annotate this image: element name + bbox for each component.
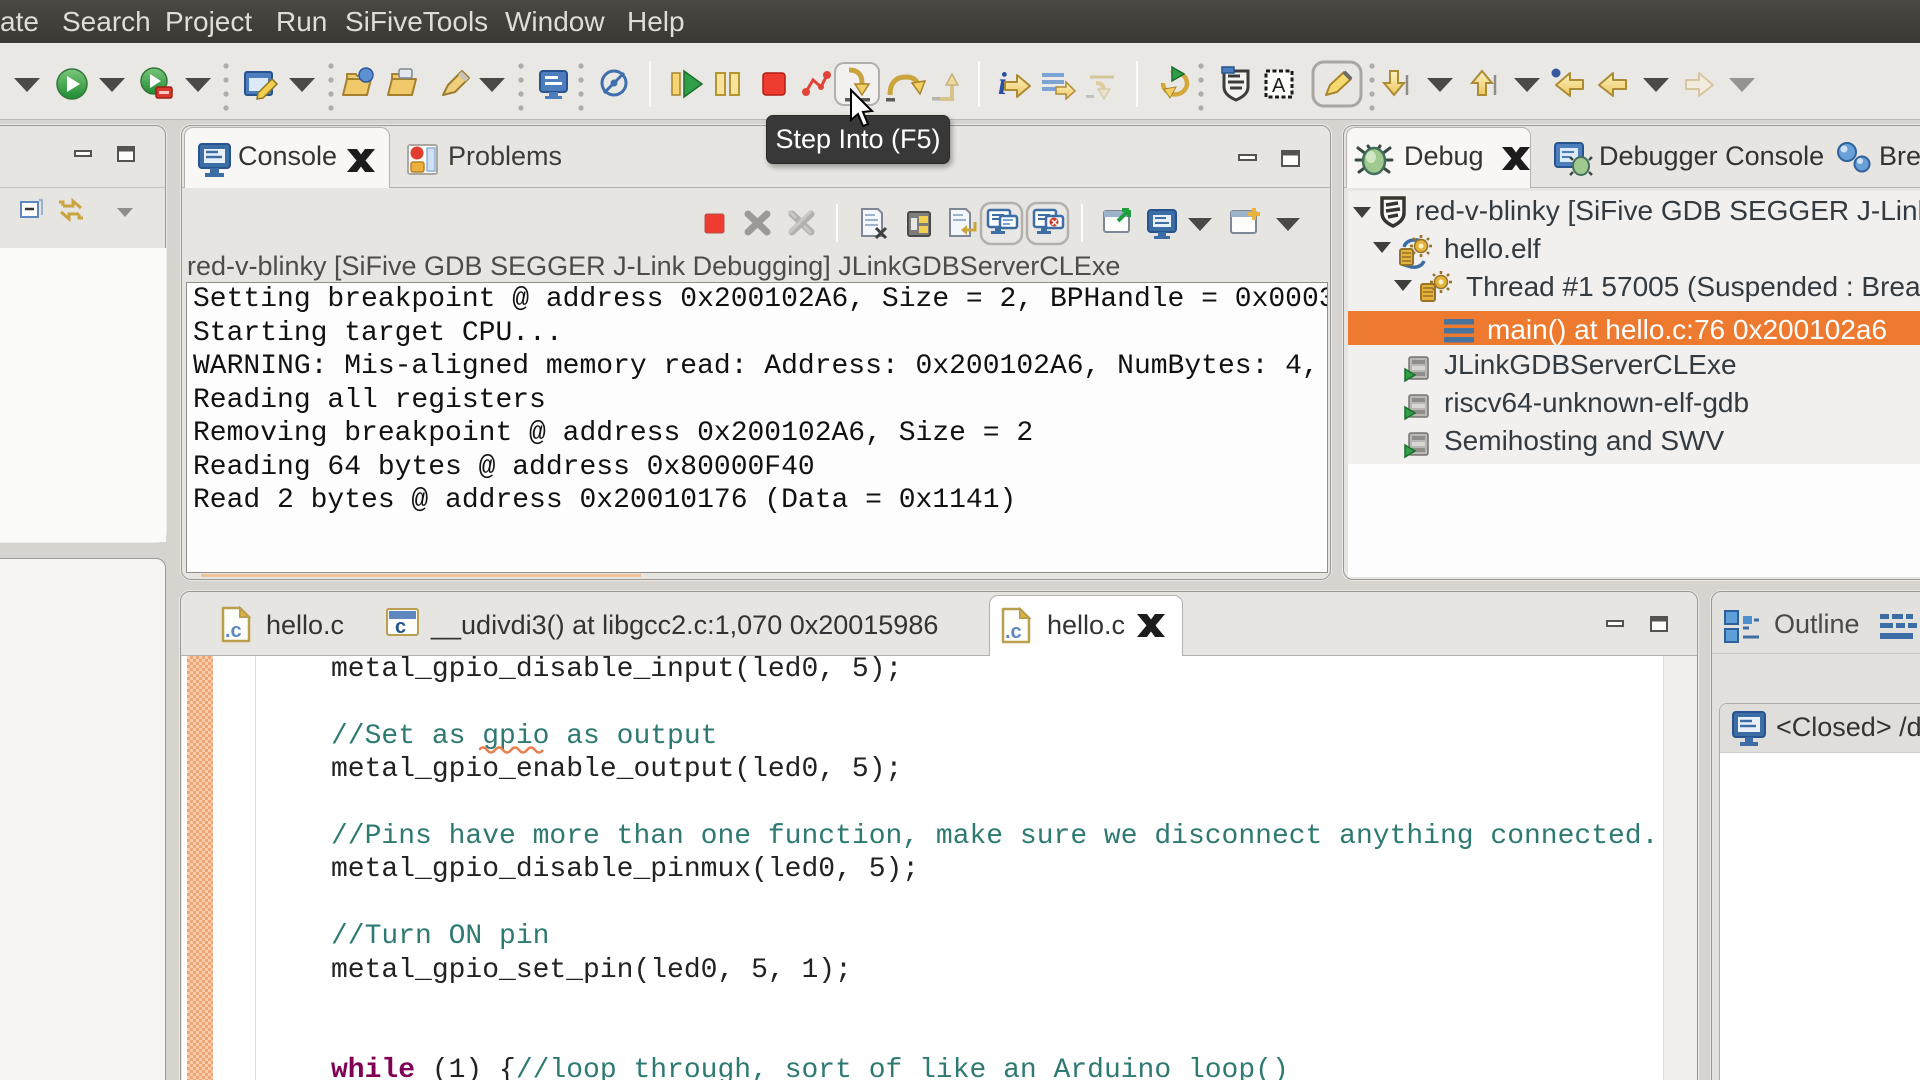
svg-text:c: c — [395, 616, 406, 638]
svg-text:A: A — [1272, 75, 1286, 97]
